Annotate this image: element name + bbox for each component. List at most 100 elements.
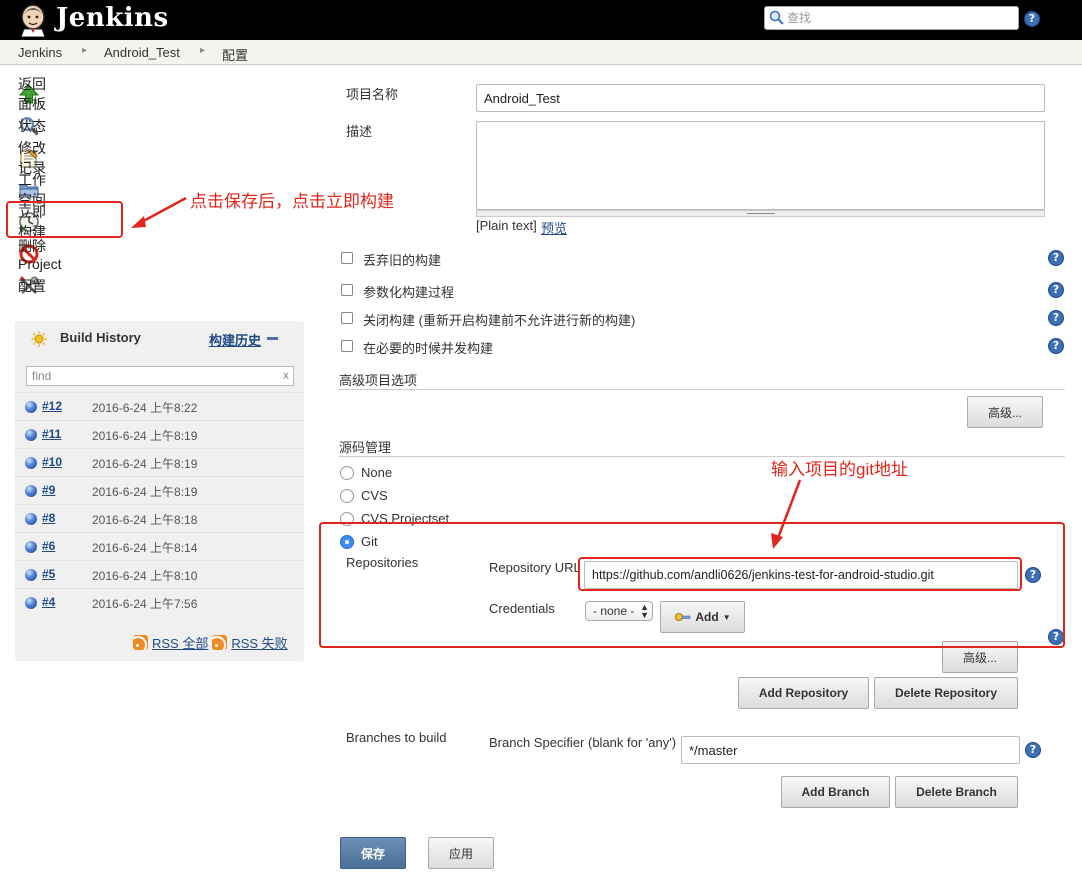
repository-url-highlight <box>578 557 1022 591</box>
scm-option-label: CVS <box>361 488 388 503</box>
build-date: 2016-6-24 上午8:18 <box>92 513 198 527</box>
delete-branch-button[interactable]: Delete Branch <box>895 776 1018 808</box>
build-date: 2016-6-24 上午8:14 <box>92 541 198 555</box>
project-name-label: 项目名称 <box>346 87 399 102</box>
breadcrumb-jenkins[interactable]: Jenkins <box>18 45 62 60</box>
description-textarea[interactable] <box>476 121 1045 210</box>
rss-failed-link[interactable]: RSS 失败 <box>231 633 287 652</box>
search-input[interactable] <box>787 9 1015 27</box>
rss-all-link[interactable]: RSS 全部 <box>152 633 208 652</box>
concurrent-build-checkbox[interactable] <box>341 340 353 352</box>
preview-link[interactable]: 预览 <box>541 218 567 237</box>
branch-specifier-input[interactable]: */master <box>681 736 1020 764</box>
task-label: 返回面板 <box>18 76 46 112</box>
task-label: 删除 Project <box>18 238 62 272</box>
option-label: 在必要的时候并发构建 <box>363 341 494 356</box>
delete-repository-button[interactable]: Delete Repository <box>874 677 1018 709</box>
rss-icon <box>133 635 148 650</box>
search-help-icon[interactable]: ? <box>1024 11 1040 27</box>
build-status-ball-icon <box>25 429 37 441</box>
rss-links: RSS 全部 RSS 失败 <box>133 633 292 652</box>
help-icon[interactable]: ? <box>1025 742 1041 758</box>
breadcrumb-configure[interactable]: 配置 <box>222 45 248 64</box>
build-date: 2016-6-24 上午8:19 <box>92 429 198 443</box>
breadcrumb: Jenkins ▸ Android_Test ▸ 配置 <box>0 40 1082 65</box>
build-trend-link[interactable]: 构建历史 <box>209 330 261 349</box>
build-date: 2016-6-24 上午8:22 <box>92 401 198 415</box>
breadcrumb-project[interactable]: Android_Test <box>104 45 180 60</box>
build-row: #12 2016-6-24 上午8:22 <box>15 392 304 420</box>
task-configure[interactable]: 配置 <box>18 274 47 298</box>
discard-old-builds-checkbox[interactable] <box>341 252 353 264</box>
build-status-ball-icon <box>25 569 37 581</box>
jenkins-brand[interactable]: Jenkins <box>56 3 169 33</box>
textarea-resize-handle[interactable] <box>476 210 1045 217</box>
build-date: 2016-6-24 上午8:19 <box>92 485 198 499</box>
build-status-ball-icon <box>25 485 37 497</box>
task-status[interactable]: 状态 <box>18 114 47 138</box>
divider <box>339 456 1065 457</box>
build-row: #9 2016-6-24 上午8:19 <box>15 476 304 504</box>
option-label: 关闭构建 (重新开启构建前不允许进行新的构建) <box>363 313 636 328</box>
build-status-ball-icon <box>25 597 37 609</box>
advanced-project-options-title: 高级项目选项 <box>339 373 418 388</box>
build-date: 2016-6-24 上午8:19 <box>92 457 198 471</box>
build-number-link[interactable]: #10 <box>42 455 62 469</box>
build-row: #8 2016-6-24 上午8:18 <box>15 504 304 532</box>
help-icon[interactable]: ? <box>1048 338 1064 354</box>
build-number-link[interactable]: #11 <box>42 427 61 441</box>
parameterized-checkbox[interactable] <box>341 284 353 296</box>
scm-cvs-radio[interactable] <box>340 489 354 503</box>
build-row: #11 2016-6-24 上午8:19 <box>15 420 304 448</box>
breadcrumb-separator-icon: ▸ <box>82 45 88 56</box>
build-row: #6 2016-6-24 上午8:14 <box>15 532 304 560</box>
project-name-input[interactable]: Android_Test <box>476 84 1045 112</box>
clear-filter-icon[interactable]: x <box>283 368 289 382</box>
task-label: 状态 <box>18 118 46 134</box>
breadcrumb-separator-icon: ▸ <box>200 45 206 56</box>
build-status-ball-icon <box>25 513 37 525</box>
annotation-arrow-icon <box>771 479 802 549</box>
build-date: 2016-6-24 上午7:56 <box>92 597 198 611</box>
build-history-header: Build History 构建历史 <box>15 321 304 355</box>
collapse-icon[interactable] <box>267 337 278 340</box>
build-history-title: Build History <box>60 330 141 345</box>
search-icon <box>769 10 784 25</box>
scm-title: 源码管理 <box>339 440 392 455</box>
build-filter-box[interactable]: x <box>26 366 294 386</box>
build-number-link[interactable]: #6 <box>42 539 55 553</box>
build-number-link[interactable]: #4 <box>42 595 55 609</box>
top-header: Jenkins ? <box>0 0 1082 40</box>
build-number-link[interactable]: #5 <box>42 567 55 581</box>
help-icon[interactable]: ? <box>1048 282 1064 298</box>
build-status-ball-icon <box>25 457 37 469</box>
scm-none-radio[interactable] <box>340 466 354 480</box>
git-url-annotation: 输入项目的git地址 <box>771 460 908 479</box>
annotation-arrow-icon <box>131 196 187 228</box>
advanced-button[interactable]: 高级... <box>967 396 1043 428</box>
disable-build-checkbox[interactable] <box>341 312 353 324</box>
build-now-highlight <box>6 201 123 238</box>
task-label: 配置 <box>18 278 46 294</box>
apply-button[interactable]: 应用 <box>428 837 494 869</box>
task-changes[interactable]: 修改记录 <box>18 140 47 176</box>
build-status-ball-icon <box>25 541 37 553</box>
add-branch-button[interactable]: Add Branch <box>781 776 890 808</box>
help-icon[interactable]: ? <box>1048 310 1064 326</box>
jenkins-logo-icon[interactable] <box>14 3 52 37</box>
rss-icon <box>212 635 228 650</box>
task-delete-project[interactable]: 删除 Project <box>18 238 62 272</box>
branch-specifier-label: Branch Specifier (blank for 'any') <box>489 735 677 750</box>
build-number-link[interactable]: #12 <box>42 399 62 413</box>
build-number-link[interactable]: #8 <box>42 511 55 525</box>
description-label: 描述 <box>346 124 373 139</box>
help-icon[interactable]: ? <box>1048 250 1064 266</box>
task-workspace[interactable]: 工作空间 <box>18 172 47 208</box>
search-box[interactable] <box>764 6 1019 30</box>
save-button[interactable]: 保存 <box>340 837 406 869</box>
build-number-link[interactable]: #9 <box>42 483 55 497</box>
task-back-to-dashboard[interactable]: 返回面板 <box>18 76 47 112</box>
add-repository-button[interactable]: Add Repository <box>738 677 869 709</box>
scm-option-label: None <box>361 465 393 480</box>
build-filter-input[interactable] <box>32 368 272 384</box>
